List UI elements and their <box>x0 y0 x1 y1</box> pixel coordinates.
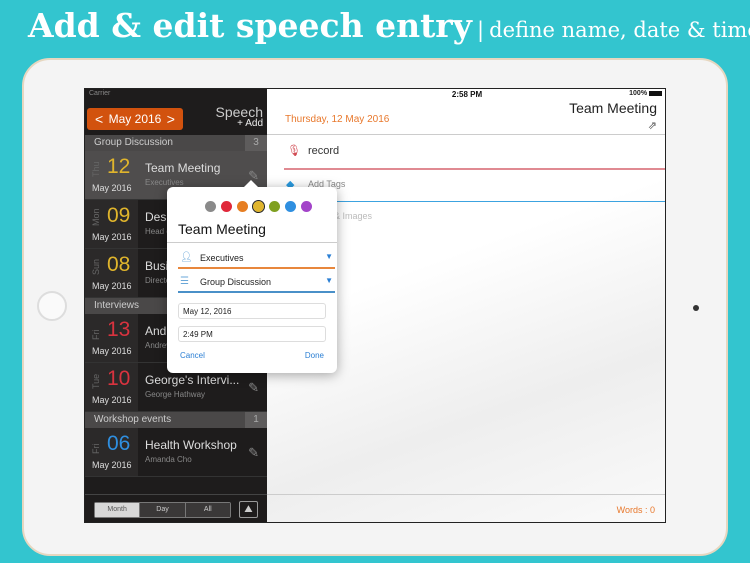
date-block: Mon 09 May 2016 <box>85 200 138 248</box>
month-navigator: < May 2016 > <box>87 108 183 130</box>
record-button[interactable]: record <box>308 145 339 157</box>
image-icon[interactable]: ⛰ <box>239 501 258 518</box>
divider <box>267 494 665 495</box>
headline-main: Add & edit speech entry <box>28 6 472 45</box>
month-label: May 2016 <box>108 112 162 126</box>
date-block: Fri 06 May 2016 <box>85 428 138 476</box>
section-count: 1 <box>245 412 267 428</box>
color-swatch[interactable] <box>237 201 248 212</box>
day-of-week: Thu <box>91 161 101 177</box>
date-field[interactable]: May 12, 2016 <box>178 303 326 319</box>
entry-title: Health Workshop <box>145 438 237 452</box>
view-mode-segmented-control: Month Day All <box>94 502 231 518</box>
color-picker <box>205 200 312 213</box>
carrier: Carrier <box>89 90 111 97</box>
color-swatch[interactable] <box>301 201 312 212</box>
speaker-value: Executives <box>200 253 244 263</box>
day-number: 06 <box>107 432 131 455</box>
view-day-button[interactable]: Day <box>140 503 186 517</box>
color-swatch[interactable] <box>285 201 296 212</box>
word-count: Words : 0 <box>616 505 655 515</box>
camera <box>693 305 699 311</box>
day-number: 13 <box>107 318 131 341</box>
battery-icon <box>649 90 662 96</box>
category-value: Group Discussion <box>200 277 272 287</box>
popover-title-input[interactable]: Team Meeting <box>178 221 266 237</box>
day-number: 12 <box>107 155 131 178</box>
status-time: 2:58 PM <box>451 90 483 99</box>
entry-title: Team Meeting <box>569 100 657 116</box>
cancel-button[interactable]: Cancel <box>180 351 205 360</box>
divider <box>267 134 665 135</box>
month-year: May 2016 <box>92 346 132 356</box>
day-number: 09 <box>107 204 131 227</box>
color-swatch[interactable] <box>252 200 265 213</box>
bottom-toolbar: Month Day All ⛰ <box>85 494 267 522</box>
day-number: 10 <box>107 367 131 390</box>
divider <box>284 201 665 202</box>
headline: Add & edit speech entry | define name, d… <box>28 6 750 45</box>
section-name: Group Discussion <box>94 137 173 148</box>
section-count: 3 <box>245 135 267 151</box>
day-of-week: Fri <box>91 443 101 455</box>
section-header: Workshop events 1 <box>85 412 267 428</box>
color-swatch[interactable] <box>205 201 216 212</box>
divider <box>167 242 337 243</box>
done-button[interactable]: Done <box>305 351 324 360</box>
list-item[interactable]: Fri 06 May 2016 Health Workshop Amanda Cho ✎ <box>85 428 267 477</box>
prev-month-button[interactable]: < <box>95 111 103 127</box>
date-block: Sun 08 May 2016 <box>85 249 138 297</box>
section-header: Group Discussion 3 <box>85 135 267 151</box>
view-month-button[interactable]: Month <box>95 503 141 517</box>
person-icon: 👤︎ <box>180 252 193 263</box>
headline-separator: | <box>476 18 485 42</box>
pencil-icon[interactable]: ✎ <box>248 445 259 461</box>
edit-entry-popover: Team Meeting 👤︎ Executives ▼ ☰ Group Discus… <box>167 180 337 373</box>
add-button[interactable]: + Add <box>237 118 263 129</box>
day-of-week: Tue <box>91 373 101 389</box>
view-all-button[interactable]: All <box>185 503 230 517</box>
day-of-week: Sun <box>91 258 101 275</box>
section-name: Interviews <box>94 300 140 311</box>
dropdown-arrow-icon: ▼ <box>325 252 333 261</box>
pencil-icon[interactable]: ✎ <box>248 380 259 396</box>
day-of-week: Fri <box>91 329 101 341</box>
month-year: May 2016 <box>92 232 132 242</box>
battery-percent: 100% <box>629 90 648 97</box>
entry-subtitle: George Hathway <box>145 390 206 399</box>
divider <box>284 168 665 170</box>
color-swatch[interactable] <box>269 201 280 212</box>
share-icon[interactable]: ⇗ <box>648 119 657 132</box>
dropdown-arrow-icon: ▼ <box>325 276 333 285</box>
month-year: May 2016 <box>92 395 132 405</box>
entry-date: Thursday, 12 May 2016 <box>285 114 390 125</box>
time-field[interactable]: 2:49 PM <box>178 326 326 342</box>
date-block: Thu 12 May 2016 <box>85 151 138 199</box>
headline-tagline: define name, date & time. <box>489 18 750 42</box>
entry-title: George's Intervi... <box>145 373 240 387</box>
section-name: Workshop events <box>94 414 172 425</box>
list-icon: ☰ <box>180 276 189 287</box>
speaker-dropdown[interactable]: 👤︎ Executives ▼ <box>178 247 335 269</box>
next-month-button[interactable]: > <box>167 111 175 127</box>
category-dropdown[interactable]: ☰ Group Discussion ▼ <box>178 271 335 293</box>
entry-subtitle: Executives <box>145 178 184 187</box>
day-of-week: Mon <box>91 208 101 226</box>
home-button[interactable] <box>37 291 67 321</box>
day-number: 08 <box>107 253 131 276</box>
battery-status: 100% <box>629 90 662 97</box>
entry-title: Team Meeting <box>145 161 221 175</box>
date-block: Fri 13 May 2016 <box>85 314 138 362</box>
color-swatch[interactable] <box>221 201 232 212</box>
date-block: Tue 10 May 2016 <box>85 363 138 411</box>
microphone-icon[interactable]: 🎙︎ <box>287 144 301 157</box>
entry-subtitle: Amanda Cho <box>145 455 192 464</box>
month-year: May 2016 <box>92 183 132 193</box>
month-year: May 2016 <box>92 460 132 470</box>
month-year: May 2016 <box>92 281 132 291</box>
